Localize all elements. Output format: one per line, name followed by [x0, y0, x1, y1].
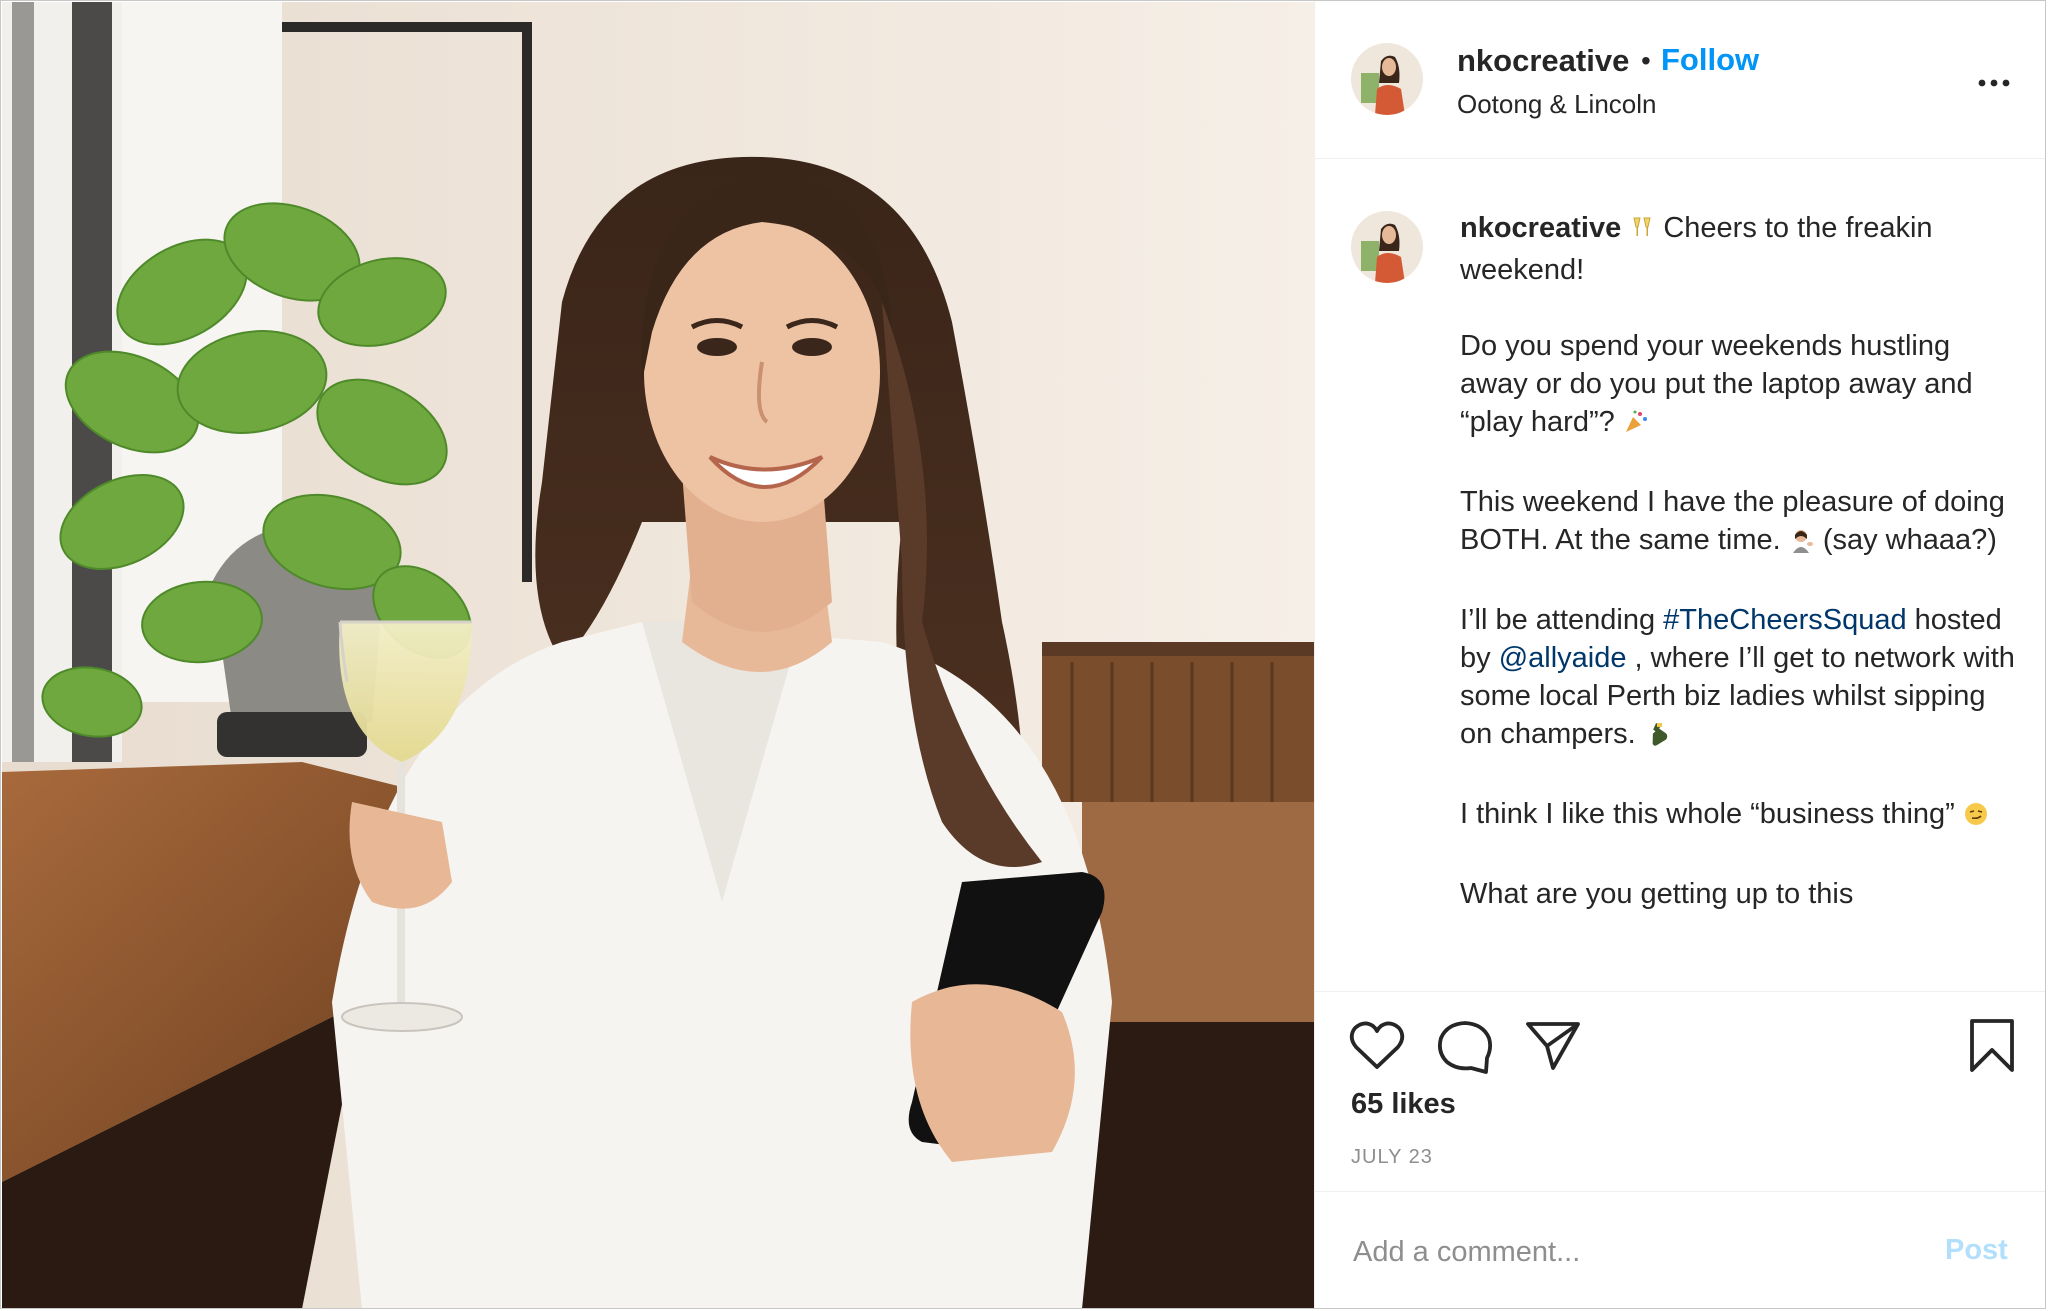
caption-area: nkocreative Cheers to the freakin weeken…: [1315, 159, 2045, 991]
party-popper-icon: [1623, 407, 1649, 445]
comment-icon[interactable]: [1437, 1020, 1493, 1079]
heart-icon[interactable]: [1349, 1020, 1405, 1077]
caption-username[interactable]: nkocreative: [1460, 212, 1621, 244]
comment-input[interactable]: [1351, 1226, 1895, 1278]
post-header: nkocreative • Follow Ootong & Lincoln: [1315, 1, 2045, 159]
caption-paragraph-3b: (say whaaa?): [1822, 524, 1997, 556]
caption-avatar[interactable]: [1351, 211, 1423, 283]
post-comment-button[interactable]: Post: [1945, 1234, 2008, 1267]
post-location[interactable]: Ootong & Lincoln: [1457, 89, 1656, 120]
bookmark-icon[interactable]: [1967, 1018, 2017, 1079]
champagne-bottle-icon: [1644, 719, 1670, 757]
caption-paragraph-6: What are you getting up to this: [1460, 878, 1854, 910]
likes-count[interactable]: 65 likes: [1351, 1088, 1456, 1121]
avatar-image: [1351, 43, 1423, 115]
mention-link[interactable]: @allyaide: [1499, 642, 1627, 674]
separator-dot: •: [1641, 45, 1651, 76]
smirking-face-icon: [1963, 799, 1989, 837]
caption-paragraph-2: Do you spend your weekends hustling away…: [1460, 330, 1973, 438]
person-tipping-hand-icon: [1789, 525, 1815, 563]
avatar-image: [1351, 211, 1423, 283]
post-photo[interactable]: [2, 2, 1314, 1308]
champagne-glasses-icon: [1629, 213, 1655, 251]
caption-paragraph-4-pre: I’ll be attending: [1460, 604, 1656, 636]
caption-paragraph-5: I think I like this whole “business thin…: [1460, 798, 1955, 830]
hashtag-link[interactable]: #TheCheersSquad: [1663, 604, 1906, 636]
post-side-panel: nkocreative • Follow Ootong & Lincoln nk…: [1314, 1, 2045, 1308]
follow-button[interactable]: Follow: [1661, 42, 1759, 78]
author-avatar[interactable]: [1351, 43, 1423, 115]
post-actions: 65 likes JULY 23: [1315, 991, 2045, 1191]
post-date[interactable]: JULY 23: [1351, 1146, 1433, 1169]
more-options-icon[interactable]: [1973, 63, 2015, 103]
comment-bar: Post: [1315, 1191, 2045, 1308]
post-window: nkocreative • Follow Ootong & Lincoln nk…: [0, 0, 2046, 1309]
caption-text: nkocreative Cheers to the freakin weeken…: [1460, 209, 2020, 951]
post-photo-image: [2, 2, 1314, 1308]
share-icon[interactable]: [1525, 1020, 1581, 1077]
author-username[interactable]: nkocreative: [1457, 43, 1629, 79]
